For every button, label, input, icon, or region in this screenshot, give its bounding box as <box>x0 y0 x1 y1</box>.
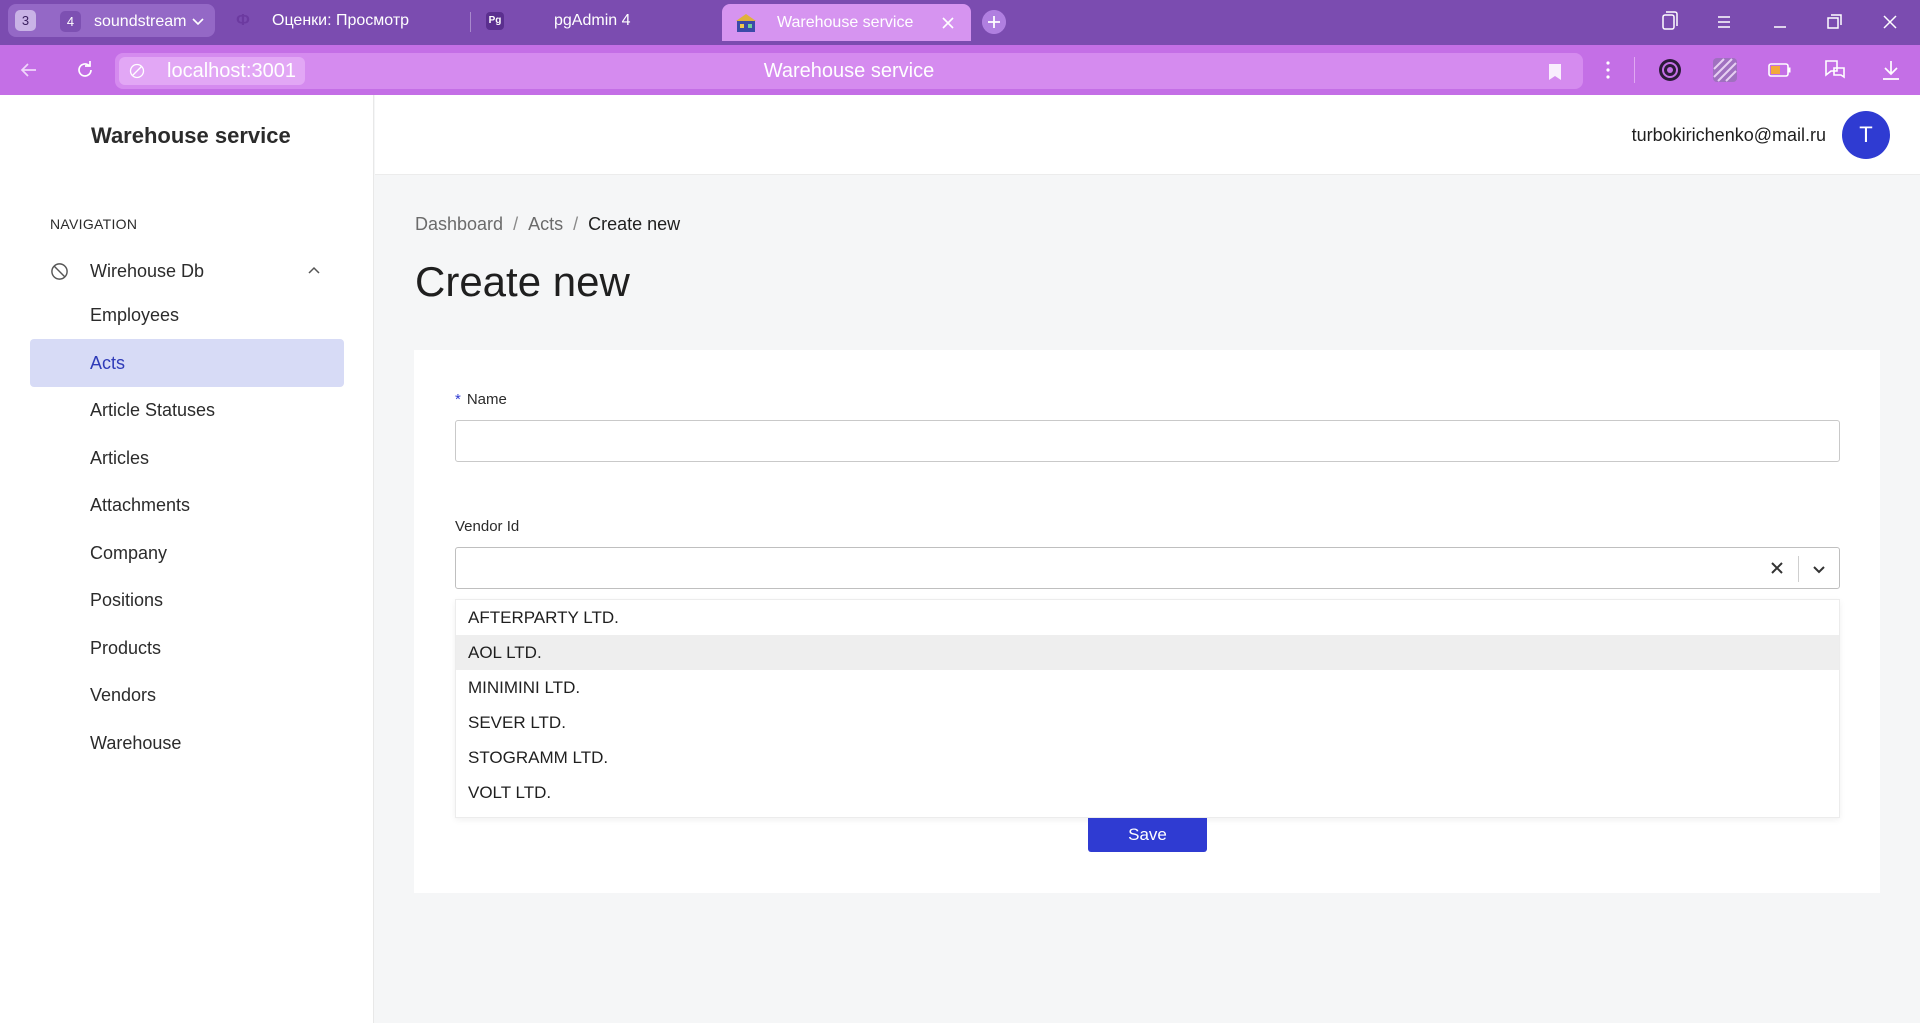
tab-pgadmin[interactable]: Pg pgAdmin 4 <box>486 4 706 37</box>
reload-icon[interactable] <box>73 58 97 82</box>
tab-title: pgAdmin 4 <box>554 12 631 29</box>
url-field[interactable]: Warehouse service localhost:3001 <box>115 53 1583 89</box>
avatar[interactable]: T <box>1842 111 1890 159</box>
name-field[interactable] <box>455 420 1840 462</box>
nav-group-wirehouse-db[interactable]: Wirehouse Db <box>30 252 344 290</box>
tab-warehouse-service[interactable]: Warehouse service <box>722 4 971 41</box>
warehouse-favicon-icon <box>736 14 756 32</box>
battery-icon[interactable] <box>1767 57 1793 83</box>
toolbar-divider <box>1634 57 1635 83</box>
tab-title: Оценки: Просмотр <box>272 12 410 29</box>
app-brand[interactable]: Warehouse service <box>91 123 291 149</box>
bookmark-icon[interactable] <box>1547 63 1563 81</box>
close-icon[interactable] <box>940 15 956 31</box>
breadcrumb: Dashboard / Acts / Create new <box>415 214 680 235</box>
restore-icon[interactable] <box>1822 10 1846 34</box>
sidebar-item-products[interactable]: Products <box>30 624 344 672</box>
vendor-option[interactable]: STOGRAMM LTD. <box>456 740 1839 775</box>
new-tab-plus-icon[interactable] <box>982 10 1006 34</box>
vendor-option[interactable]: SEVER LTD. <box>456 705 1839 740</box>
app-header: turbokirichenko@mail.ru T <box>375 95 1920 175</box>
url-page-title: Warehouse service <box>763 60 935 82</box>
select-divider <box>1798 556 1799 582</box>
vendor-option[interactable]: VOLT LTD. <box>456 775 1839 810</box>
chevron-down-icon[interactable] <box>190 13 206 29</box>
sidebar-item-positions[interactable]: Positions <box>30 576 344 624</box>
chevron-up-icon[interactable] <box>306 263 322 279</box>
minimize-icon[interactable] <box>1768 10 1792 34</box>
tab-ratings[interactable]: Ф Оценки: Просмотр <box>234 4 464 37</box>
pgadmin-favicon-icon: Pg <box>486 12 504 30</box>
nav-heading: NAVIGATION <box>50 216 138 232</box>
window-close-icon[interactable] <box>1878 10 1902 34</box>
create-form-card: * Name Vendor Id AFTERPARTY LTD. AOL LTD.… <box>414 350 1880 893</box>
breadcrumb-acts[interactable]: Acts <box>528 214 563 234</box>
tab-title: Warehouse service <box>777 14 914 31</box>
address-bar: Warehouse service localhost:3001 <box>0 45 1920 95</box>
sidebar-item-employees[interactable]: Employees <box>30 291 344 339</box>
vendor-option[interactable]: MINIMINI LTD. <box>456 670 1839 705</box>
save-button[interactable]: Save <box>1088 818 1207 852</box>
name-label: * Name <box>455 391 507 408</box>
url-text: localhost:3001 <box>167 60 296 82</box>
name-label-text: Name <box>466 391 507 408</box>
ban-icon <box>51 263 68 280</box>
more-options-icon[interactable] <box>1595 57 1621 83</box>
clear-icon[interactable] <box>1769 560 1785 576</box>
required-mark: * <box>455 391 461 408</box>
vendor-option[interactable]: AOL LTD. <box>456 635 1839 670</box>
download-icon[interactable] <box>1878 57 1904 83</box>
sidebar-item-vendors[interactable]: Vendors <box>30 671 344 719</box>
browser-tab-bar: 3 4 soundstream Ф Оценки: Просмотр Pg pg… <box>0 0 1920 45</box>
page-title: Create new <box>415 258 630 305</box>
tab-divider <box>470 12 471 32</box>
sidebar: Warehouse service NAVIGATION Wirehouse D… <box>0 95 374 1023</box>
vendor-option[interactable]: AFTERPARTY LTD. <box>456 600 1839 635</box>
pattern-extension-icon[interactable] <box>1712 57 1738 83</box>
user-email[interactable]: turbokirichenko@mail.ru <box>1632 95 1826 175</box>
tab-group-count: 4 <box>60 11 81 32</box>
breadcrumb-dashboard[interactable]: Dashboard <box>415 214 503 234</box>
breadcrumb-separator: / <box>513 214 519 234</box>
vendor-dropdown-menu: AFTERPARTY LTD. AOL LTD. MINIMINI LTD. S… <box>455 599 1840 818</box>
nav-group-label: Wirehouse Db <box>90 261 205 281</box>
sidebar-item-company[interactable]: Company <box>30 529 344 577</box>
workspace-badge[interactable]: 3 <box>15 10 36 31</box>
target-extension-icon[interactable] <box>1657 57 1683 83</box>
menu-icon[interactable] <box>1712 10 1736 34</box>
tab-group-name: soundstream <box>94 13 187 30</box>
collections-icon[interactable] <box>1657 10 1681 34</box>
chevron-down-icon[interactable] <box>1810 560 1828 578</box>
site-info-icon[interactable] <box>129 63 145 79</box>
translate-extension-icon[interactable] <box>1822 57 1848 83</box>
sidebar-item-acts[interactable]: Acts <box>30 339 344 387</box>
sidebar-item-attachments[interactable]: Attachments <box>30 481 344 529</box>
back-arrow-icon[interactable] <box>17 58 41 82</box>
vendor-id-label: Vendor Id <box>455 518 520 535</box>
breadcrumb-current: Create new <box>588 214 681 234</box>
tab-group[interactable]: 3 4 soundstream <box>8 4 215 37</box>
breadcrumb-separator: / <box>573 214 579 234</box>
vendor-id-select[interactable] <box>455 547 1840 589</box>
sidebar-item-articles[interactable]: Articles <box>30 434 344 482</box>
sidebar-item-warehouse[interactable]: Warehouse <box>30 719 344 767</box>
url-chip[interactable]: localhost:3001 <box>119 57 305 85</box>
tab-favicon-icon: Ф <box>236 12 250 29</box>
sidebar-item-article-statuses[interactable]: Article Statuses <box>30 386 344 434</box>
